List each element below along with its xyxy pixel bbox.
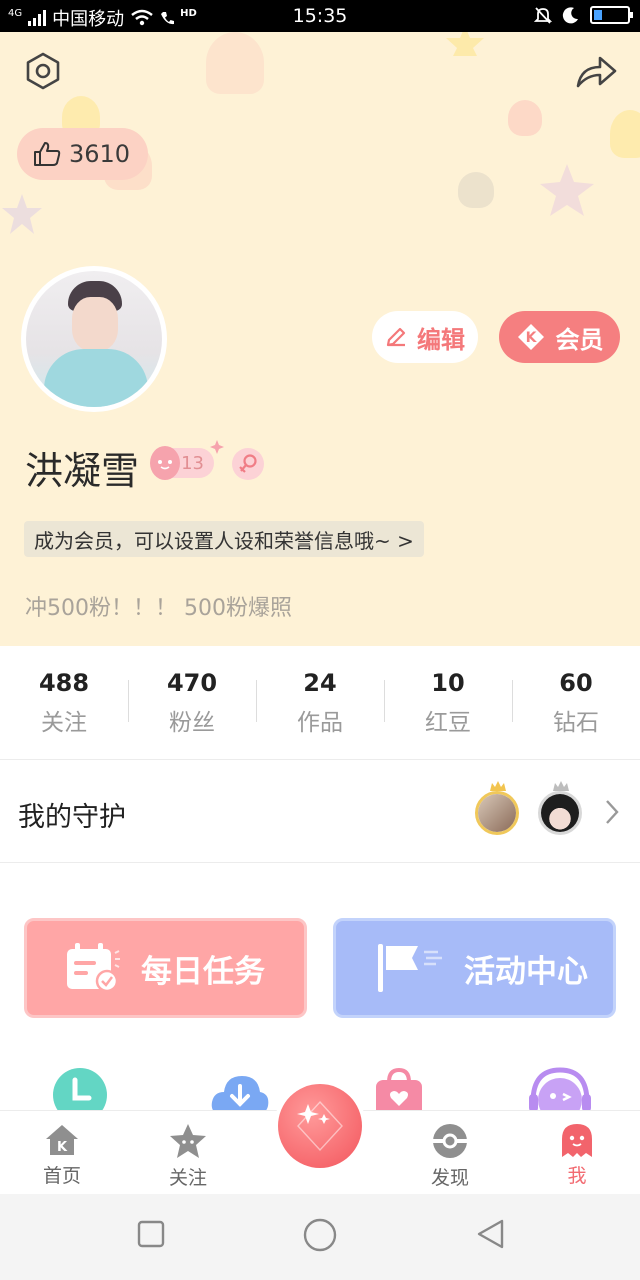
status-bar-right	[534, 6, 633, 24]
level-number: 13	[181, 452, 204, 474]
guard-title: 我的守护	[18, 802, 126, 833]
edit-profile-button[interactable]: 编辑	[372, 311, 478, 363]
female-icon	[239, 454, 257, 473]
gender-badge	[232, 448, 264, 480]
stat-value: 10	[431, 668, 465, 697]
chevron-right-icon	[606, 800, 619, 824]
battery-icon	[590, 6, 633, 24]
vip-k-diamond-icon: K	[517, 324, 544, 350]
bio-text: 冲500粉！！！ 500粉爆照	[25, 596, 292, 621]
stat-red-beans[interactable]: 10 红豆	[384, 646, 512, 759]
stat-value: 488	[38, 668, 90, 697]
level-badge: 13	[150, 440, 224, 480]
decor-star	[2, 194, 42, 234]
thumbs-up-icon	[34, 142, 61, 166]
stats-row: 488 关注 470 粉丝 24 作品 10 红豆 60 钻石	[0, 646, 640, 760]
recent-apps-square-icon[interactable]	[137, 1220, 165, 1248]
tab-label: 我	[567, 1165, 587, 1187]
tab-me[interactable]: 我	[537, 1123, 617, 1188]
level-face-icon	[150, 446, 180, 480]
activity-center-button[interactable]: 活动中心	[333, 918, 616, 1018]
decor-ghost	[508, 100, 542, 136]
pencil-icon	[386, 327, 406, 347]
tab-label: 首页	[42, 1165, 81, 1187]
hexagon-gear-icon	[26, 52, 60, 90]
stat-following[interactable]: 488 关注	[0, 646, 128, 759]
calendar-check-icon	[67, 943, 120, 993]
status-bar: 4G 中国移动 HD 15:35	[0, 0, 640, 32]
tab-label: 关注	[168, 1167, 207, 1189]
vip-button[interactable]: K 会员	[499, 311, 620, 363]
stat-fans[interactable]: 470 粉丝	[128, 646, 256, 759]
avatar-face	[72, 297, 118, 351]
edit-label: 编辑	[417, 325, 465, 354]
stat-label: 作品	[297, 709, 343, 736]
decor-ghost	[206, 32, 264, 94]
stat-value: 60	[559, 668, 593, 697]
back-triangle-icon[interactable]	[476, 1218, 506, 1250]
stat-value: 470	[166, 668, 218, 697]
home-k-icon: K	[46, 1125, 78, 1155]
ghost-icon	[562, 1124, 592, 1157]
likes-count: 3610	[69, 140, 131, 168]
daily-tasks-button[interactable]: 每日任务	[24, 918, 307, 1018]
diamond-sparkle-icon	[297, 1100, 343, 1152]
stat-label: 钻石	[553, 709, 599, 736]
decor-star	[446, 32, 484, 56]
home-circle-icon[interactable]	[303, 1218, 337, 1252]
likes-badge[interactable]: 3610	[17, 128, 149, 180]
moon-icon	[562, 7, 578, 24]
share-arrow-icon	[576, 56, 617, 88]
system-navigation-bar	[0, 1194, 640, 1280]
svg-text:K: K	[525, 330, 537, 346]
silver-crown-icon	[553, 781, 569, 791]
tab-home[interactable]: K 首页	[22, 1123, 102, 1188]
decor-star	[540, 164, 594, 216]
decor-ghost	[610, 110, 640, 158]
stat-diamonds[interactable]: 60 钻石	[512, 646, 640, 759]
profile-header: 3610 编辑 K 会员 洪凝雪 13 成为会员，可以设置人设和荣誉信息哦~ >…	[0, 32, 640, 646]
vip-label: 会员	[555, 325, 604, 354]
star-face-icon	[170, 1124, 206, 1158]
username: 洪凝雪	[25, 449, 140, 493]
tab-discover[interactable]: 发现	[410, 1123, 490, 1190]
stat-value: 24	[303, 668, 337, 697]
avatar[interactable]	[21, 266, 167, 412]
center-diamond-button[interactable]	[274, 1080, 366, 1172]
decor-ghost	[458, 172, 494, 208]
stat-label: 粉丝	[169, 709, 215, 736]
avatar-shirt	[44, 349, 148, 407]
tab-follow[interactable]: 关注	[148, 1123, 228, 1190]
avatar-photo	[26, 271, 162, 407]
sparkle-icon	[210, 440, 224, 454]
stat-label: 关注	[41, 709, 87, 736]
gold-crown-icon	[490, 781, 506, 791]
flag-icon	[378, 944, 442, 992]
activity-center-label: 活动中心	[464, 953, 588, 990]
guardian-avatar[interactable]	[538, 791, 582, 835]
stat-label: 红豆	[425, 709, 471, 736]
settings-button[interactable]	[21, 49, 65, 93]
mute-bell-icon	[534, 7, 552, 24]
svg-text:K: K	[57, 1140, 68, 1155]
daily-tasks-label: 每日任务	[141, 953, 265, 990]
share-button[interactable]	[574, 50, 618, 94]
guardian-avatar[interactable]	[475, 791, 519, 835]
my-guard-row[interactable]: 我的守护	[0, 761, 640, 863]
pokeball-icon	[433, 1124, 467, 1158]
member-tip-link[interactable]: 成为会员，可以设置人设和荣誉信息哦~ >	[24, 521, 424, 557]
tab-label: 发现	[430, 1167, 469, 1189]
stat-works[interactable]: 24 作品	[256, 646, 384, 759]
center-diamond-inner	[278, 1084, 362, 1168]
